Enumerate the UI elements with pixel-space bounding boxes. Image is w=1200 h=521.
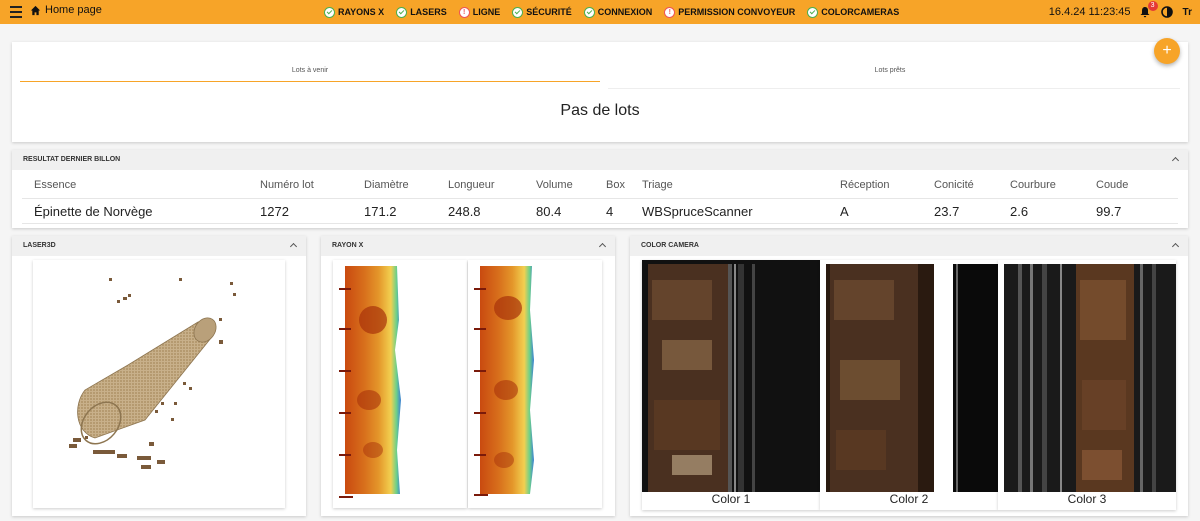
status-indicators: RAYONS X LASERS LIGNE SÉCURITÉ CONNEXION…: [324, 0, 911, 24]
status-rayons-x[interactable]: RAYONS X: [324, 6, 385, 18]
rayon-x-title: RAYON X: [332, 242, 364, 249]
xray-image-left[interactable]: [333, 260, 467, 508]
color-image-1: [642, 260, 820, 492]
status-label: COLORCAMERAS: [821, 7, 900, 17]
rayon-x-card: RAYON X: [321, 236, 615, 516]
status-colorcameras[interactable]: COLORCAMERAS: [807, 6, 900, 18]
check-circle-icon: [324, 6, 335, 18]
value-cell: 99.7: [1096, 204, 1122, 219]
xray-image-right[interactable]: [468, 260, 602, 508]
add-lot-button[interactable]: +: [1154, 38, 1180, 64]
status-label: SÉCURITÉ: [526, 7, 572, 17]
color-image-3: [1004, 264, 1176, 492]
datetime: 16.4.24 11:23:45: [1048, 6, 1131, 18]
laser3d-viewer[interactable]: [33, 260, 285, 508]
status-permission-convoyeur[interactable]: PERMISSION CONVOYEUR: [664, 6, 796, 18]
value-cell: 2.6: [1010, 204, 1029, 219]
color-camera-3[interactable]: Color 3: [998, 260, 1176, 510]
language-button[interactable]: Tr: [1183, 7, 1192, 18]
color-image-2: [820, 260, 998, 492]
color-camera-2[interactable]: Color 2: [820, 260, 998, 510]
value-cell: 171.2: [364, 204, 397, 219]
alert-circle-icon: [664, 6, 676, 18]
header-cell: Essence: [34, 179, 77, 191]
table-row: Épinette de Norvège 1272 171.2 248.8 80.…: [22, 199, 1178, 224]
status-securite[interactable]: SÉCURITÉ: [512, 6, 572, 18]
status-label: LASERS: [410, 7, 447, 17]
lots-tabs: Lots à venir Lots prêts: [20, 60, 1180, 82]
header-cell: Volume: [536, 179, 573, 191]
laser3d-card: LASER3D: [12, 236, 306, 516]
color-camera-header: COLOR CAMERA: [630, 236, 1188, 256]
top-app-bar: Home page RAYONS X LASERS LIGNE SÉCURITÉ…: [0, 0, 1200, 24]
laser3d-title: LASER3D: [23, 242, 56, 249]
status-label: LIGNE: [472, 7, 501, 17]
notifications-button[interactable]: 3: [1139, 1, 1158, 19]
color-camera-card: COLOR CAMERA Color 1 Color 2 Color 3: [630, 236, 1188, 516]
status-label: RAYONS X: [338, 7, 385, 17]
result-title: RESULTAT DERNIER BILLON: [23, 156, 121, 163]
color-label-3: Color 3: [1067, 492, 1107, 506]
check-circle-icon: [512, 6, 524, 18]
header-cell: Numéro lot: [260, 179, 314, 191]
value-cell: WBSpruceScanner: [642, 204, 753, 219]
header-cell: Réception: [840, 179, 890, 191]
color-camera-title: COLOR CAMERA: [641, 242, 699, 249]
value-cell: 1272: [260, 204, 289, 219]
value-cell: 4: [606, 204, 614, 219]
tab-lots-prets[interactable]: Lots prêts: [600, 60, 1180, 82]
notification-badge: 3: [1147, 1, 1158, 11]
header-cell: Courbure: [1010, 179, 1056, 191]
check-circle-icon: [396, 6, 408, 18]
status-lasers[interactable]: LASERS: [396, 6, 447, 18]
header-cell: Box: [606, 179, 625, 191]
theme-toggle-icon[interactable]: [1160, 6, 1173, 18]
result-table: Essence Numéro lot Diamètre Longueur Vol…: [22, 174, 1178, 224]
result-header: RESULTAT DERNIER BILLON: [12, 150, 1188, 170]
status-label: PERMISSION CONVOYEUR: [678, 7, 796, 17]
status-ligne[interactable]: LIGNE: [458, 6, 501, 18]
home-label: Home page: [45, 4, 102, 16]
status-connexion[interactable]: CONNEXION: [583, 6, 653, 18]
alert-circle-icon: [458, 6, 470, 18]
chevron-up-icon[interactable]: [288, 241, 298, 251]
result-card: RESULTAT DERNIER BILLON Essence Numéro l…: [12, 150, 1188, 228]
header-cell: Coude: [1096, 179, 1129, 191]
rayon-x-header: RAYON X: [321, 236, 615, 256]
value-cell: 248.8: [448, 204, 481, 219]
chevron-up-icon[interactable]: [1170, 241, 1180, 251]
check-circle-icon: [583, 6, 595, 18]
color-label-1: Color 1: [711, 492, 751, 506]
lots-card: Lots à venir Lots prêts Pas de lots: [12, 42, 1188, 142]
home-icon: [30, 5, 41, 15]
header-cell: Triage: [642, 179, 673, 191]
header-cell: Longueur: [448, 179, 495, 191]
chevron-up-icon[interactable]: [1170, 155, 1180, 165]
chevron-up-icon[interactable]: [597, 241, 607, 251]
table-header-row: Essence Numéro lot Diamètre Longueur Vol…: [22, 174, 1178, 199]
home-link[interactable]: Home page: [30, 4, 102, 16]
color-camera-1[interactable]: Color 1: [642, 260, 820, 510]
menu-icon[interactable]: [10, 6, 22, 18]
value-cell: 80.4: [536, 204, 562, 219]
header-cell: Conicité: [934, 179, 974, 191]
status-label: CONNEXION: [597, 7, 653, 17]
empty-lots-message: Pas de lots: [560, 102, 640, 119]
value-cell: A: [840, 204, 849, 219]
xray-scan-right: [474, 266, 534, 496]
header-cell: Diamètre: [364, 179, 409, 191]
tab-lots-a-venir[interactable]: Lots à venir: [20, 60, 600, 82]
value-cell: Épinette de Norvège: [34, 204, 153, 219]
log-3d-render: [69, 278, 236, 469]
laser3d-header: LASER3D: [12, 236, 306, 256]
color-label-2: Color 2: [889, 492, 929, 506]
tabs-divider: [608, 88, 1180, 89]
value-cell: 23.7: [934, 204, 960, 219]
xray-scan-left: [339, 266, 401, 498]
check-circle-icon: [807, 6, 819, 18]
